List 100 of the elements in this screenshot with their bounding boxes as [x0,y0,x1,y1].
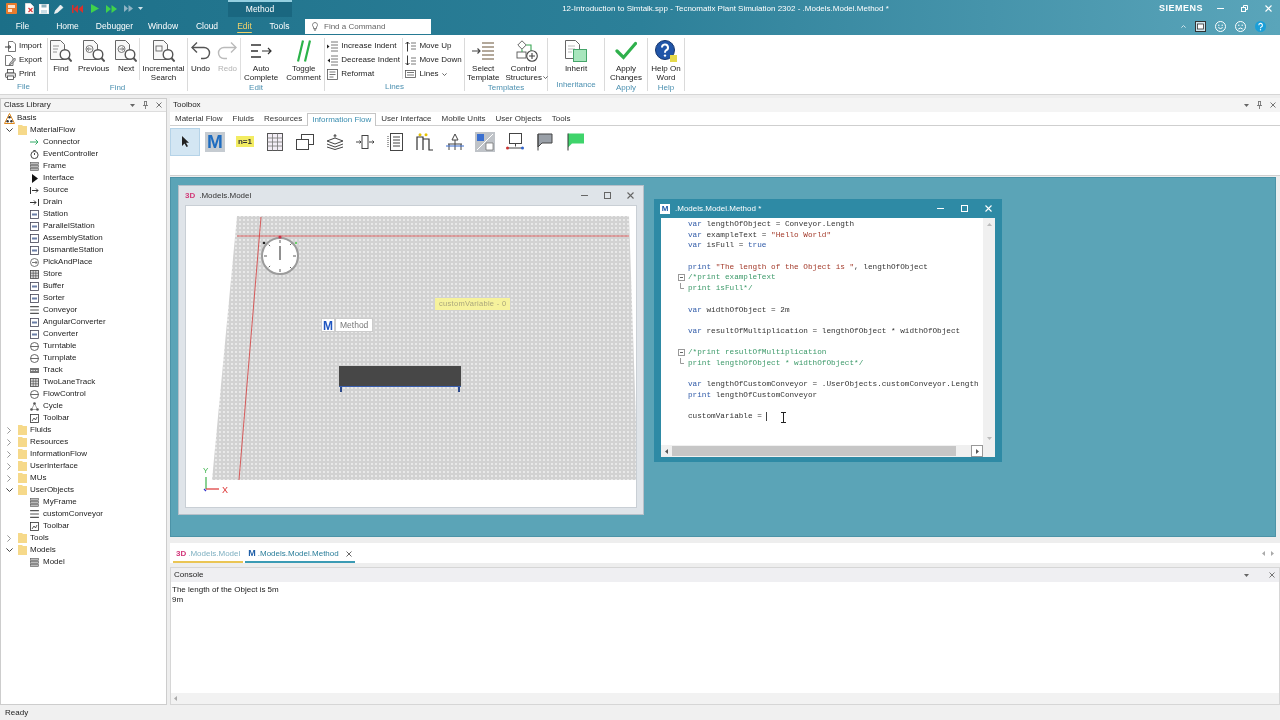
lines-button[interactable]: Lines [403,67,464,81]
scroll-right-button[interactable] [971,445,983,457]
fold-toggle-icon[interactable] [678,349,685,357]
tree-item[interactable]: Interface [43,172,75,184]
dropdown-icon[interactable] [130,103,135,107]
tree-item[interactable]: Resources [30,436,69,448]
tree-item[interactable]: MaterialFlow [30,124,76,136]
move-down-button[interactable]: Move Down [403,53,464,67]
smiley-icon[interactable] [1215,20,1226,32]
tree-item[interactable]: InformationFlow [30,448,87,460]
chevron-up-icon[interactable] [1181,24,1186,28]
undo-button[interactable]: Undo [188,38,213,73]
app-logo-icon[interactable] [6,3,17,14]
increase-indent-button[interactable]: Increase Indent [325,39,402,53]
tree-item[interactable]: Conveyor [43,304,78,316]
pin-icon[interactable] [1257,101,1262,109]
tree-item[interactable]: Source [43,184,69,196]
close-icon[interactable] [1270,102,1276,108]
ribbon-tab[interactable]: Debugger [90,17,139,35]
chevron-down-icon[interactable] [5,548,13,552]
save-icon[interactable] [39,3,49,14]
tree-item[interactable]: TwoLaneTrack [43,376,96,388]
minimize-icon[interactable] [581,194,588,197]
fast-forward-icon[interactable] [106,4,117,13]
previous-button[interactable]: Previous [76,38,112,73]
tree-item[interactable]: Fluids [30,424,52,436]
pin-icon[interactable] [143,101,148,109]
dropdown-icon[interactable] [1244,103,1249,107]
tree-item[interactable]: UserInterface [30,460,79,472]
layout-icon[interactable] [1195,20,1206,32]
document-tab[interactable]: 3D .Models.Model [173,546,244,563]
find-button[interactable]: Find [48,38,74,73]
document-tab[interactable]: M .Models.Model.Method [245,546,355,563]
close-icon[interactable] [156,102,162,108]
toolbox-tab[interactable]: Mobile Units [436,112,491,125]
minimize-icon[interactable] [1217,7,1224,10]
scrollbar-thumb[interactable] [672,446,956,456]
tree-item[interactable]: Station [43,208,68,220]
tree-item[interactable]: DismantleStation [43,244,104,256]
dropdown-icon[interactable] [1244,573,1249,577]
help-icon[interactable] [1255,20,1266,32]
minimize-icon[interactable] [937,207,944,210]
tree-item[interactable]: Basis [17,112,37,124]
apply-changes-button[interactable]: Apply Changes [605,38,647,82]
close-document-icon[interactable] [25,3,34,14]
chevron-right-icon[interactable] [7,534,11,542]
chevron-down-icon[interactable] [5,128,13,132]
tree-item[interactable]: Sorter [43,292,65,304]
tree-item[interactable]: Frame [43,160,67,172]
ribbon-tab[interactable]: Edit [227,17,262,35]
tree-item[interactable]: ParallelStation [43,220,95,232]
tree-item[interactable]: Store [43,268,63,280]
tree-item[interactable]: Connector [43,136,80,148]
help-on-word-button[interactable]: Help On Word [648,38,684,82]
tree-item[interactable]: FlowControl [43,388,86,400]
chevron-right-icon[interactable] [7,462,11,470]
tool-button[interactable] [170,127,200,156]
ribbon-tab[interactable]: Tools [262,17,297,35]
chevron-down-icon[interactable] [5,488,13,492]
tree-item[interactable]: Turnplate [43,352,77,364]
ribbon-tab[interactable]: Window [139,17,187,35]
dropdown-icon[interactable] [138,7,143,10]
tree-item[interactable]: Cycle [43,400,63,412]
tree-item[interactable]: Drain [43,196,63,208]
toolbox-tab[interactable]: Resources [258,112,308,125]
chevron-right-icon[interactable] [7,438,11,446]
next-button[interactable]: Next [113,38,140,73]
chevron-right-icon[interactable] [7,450,11,458]
inherit-button[interactable]: Inherit [562,38,590,73]
tree-item[interactable]: PickAndPlace [43,256,93,268]
tree-item[interactable]: Track [43,364,63,376]
tree-item[interactable]: UserObjects [30,484,74,496]
print-button[interactable]: Print [2,67,45,81]
close-icon[interactable] [1269,572,1275,578]
auto-complete-button[interactable]: Auto Complete [240,38,282,82]
incremental-search-button[interactable]: Incremental Search [140,38,187,82]
toolbox-tab[interactable]: Material Flow [170,112,228,125]
chevron-right-icon[interactable] [7,426,11,434]
import-button[interactable]: Import [2,39,45,53]
tree-item[interactable]: AngularConverter [43,316,106,328]
step-icon[interactable] [124,5,133,12]
toggle-comment-button[interactable]: Toggle Comment [283,38,324,82]
close-icon[interactable] [345,550,352,557]
export-button[interactable]: Export [2,53,45,67]
tree-item[interactable]: Model [43,556,65,568]
restore-icon[interactable] [1241,5,1248,12]
pencil-icon[interactable] [54,3,64,14]
decrease-indent-button[interactable]: Decrease Indent [325,53,402,67]
tree-item[interactable]: Tools [30,532,49,544]
tree-item[interactable]: MUs [30,472,47,484]
toolbox-tab[interactable]: User Objects [490,112,547,125]
command-search-field[interactable]: Find a Command [305,18,431,34]
move-up-button[interactable]: Move Up [403,39,464,53]
tree-item[interactable]: Toolbar [43,520,70,532]
toolbox-tab[interactable]: Fluids [227,112,259,125]
toolbox-tab[interactable]: User Interface [376,112,437,125]
fold-toggle-icon[interactable] [678,274,685,282]
tree-item[interactable]: AssemblyStation [43,232,103,244]
close-icon[interactable] [627,192,634,199]
toolbox-tab[interactable]: Tools [546,112,576,125]
